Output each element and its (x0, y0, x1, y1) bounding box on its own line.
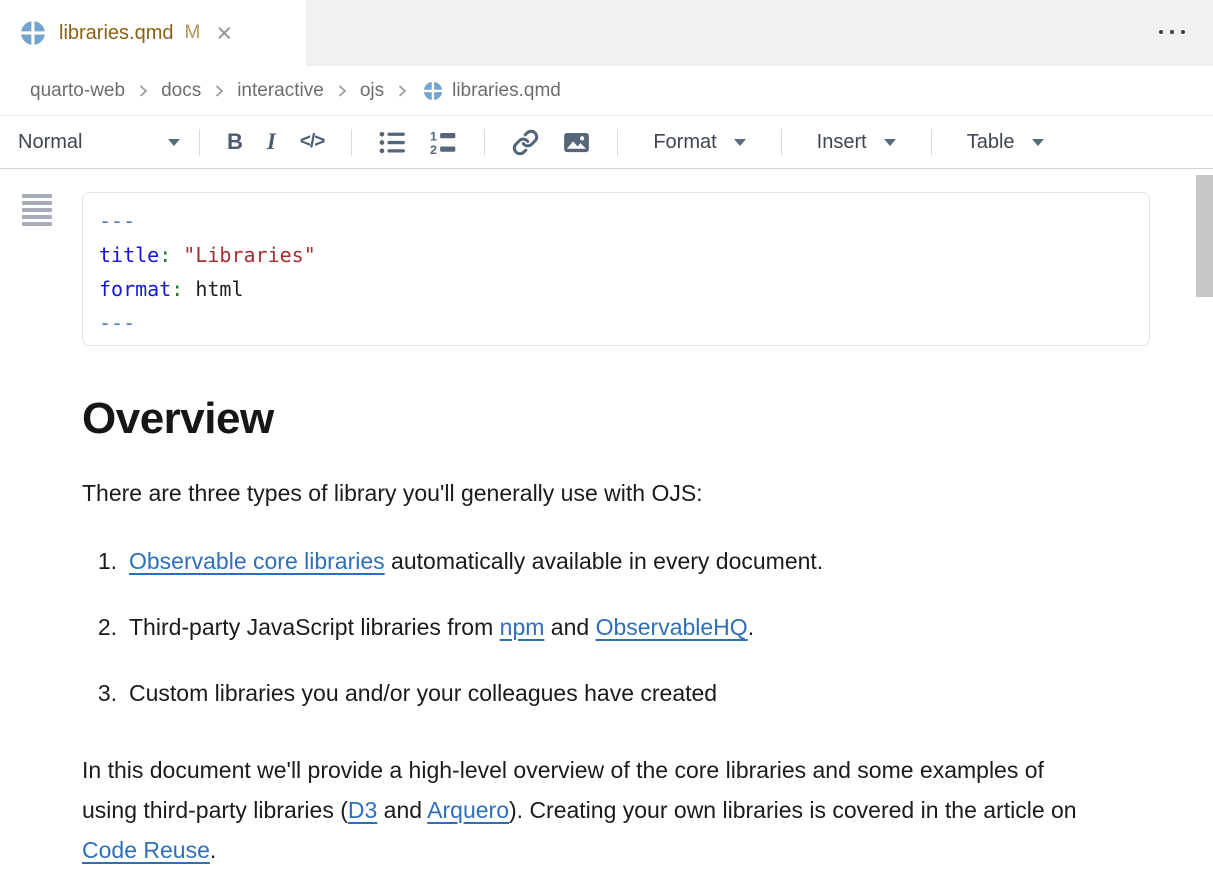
bold-button[interactable]: B (215, 129, 255, 155)
toolbar-separator (199, 129, 200, 156)
close-tab-icon[interactable]: × (216, 23, 232, 43)
format-menu-label: Format (653, 131, 716, 154)
breadcrumb-item-interactive[interactable]: interactive (237, 80, 324, 102)
image-button[interactable] (551, 129, 602, 156)
yaml-entry-format: format:html (99, 272, 1133, 306)
yaml-entry-title: title:"Libraries" (99, 238, 1133, 272)
breadcrumb-item-ojs[interactable]: ojs (360, 80, 384, 102)
link-observable-core-libraries[interactable]: Observable core libraries (129, 548, 385, 574)
visual-editor-surface[interactable]: --- title:"Libraries" format:html --- Ov… (0, 169, 1213, 888)
list-item: 2. Third-party JavaScript libraries from… (82, 612, 1150, 642)
svg-text:2: 2 (430, 142, 437, 155)
link-observablehq[interactable]: ObservableHQ (596, 614, 748, 640)
bulleted-list-button[interactable] (367, 129, 418, 156)
formatting-toolbar: Normal B I </> 1 2 (0, 116, 1213, 169)
svg-text:1: 1 (430, 129, 437, 143)
chevron-down-icon (884, 139, 896, 146)
format-menu[interactable]: Format (633, 131, 765, 154)
editor-tab-bar: libraries.qmd M × (0, 0, 1213, 66)
toolbar-separator (781, 129, 782, 156)
table-menu-label: Table (967, 131, 1015, 154)
quarto-file-icon (20, 20, 46, 46)
insert-menu-label: Insert (817, 131, 867, 154)
paragraph-style-value: Normal (18, 131, 82, 154)
link-code-reuse[interactable]: Code Reuse (82, 837, 210, 863)
drag-handle-icon[interactable] (22, 194, 52, 226)
numbered-list-icon: 1 2 (430, 129, 457, 156)
yaml-delimiter: --- (99, 204, 1133, 238)
git-modified-badge: M (184, 22, 200, 44)
paragraph-style-select[interactable]: Normal (18, 131, 184, 154)
chevron-down-icon (168, 139, 180, 146)
chevron-right-icon (136, 83, 150, 99)
list-item-text: Third-party JavaScript libraries from np… (129, 612, 754, 642)
list-item: 1. Observable core libraries automatical… (82, 546, 1150, 576)
list-item-text: Observable core libraries automatically … (129, 546, 823, 576)
chevron-right-icon (335, 83, 349, 99)
chevron-right-icon (212, 83, 226, 99)
link-arquero[interactable]: Arquero (427, 797, 509, 823)
tab-libraries-qmd[interactable]: libraries.qmd M × (0, 0, 306, 66)
page-title: Overview (82, 394, 1150, 444)
quarto-file-icon (423, 81, 443, 101)
ordered-list: 1. Observable core libraries automatical… (82, 546, 1150, 708)
list-item-number: 2. (82, 612, 117, 642)
toolbar-separator (617, 129, 618, 156)
link-d3[interactable]: D3 (348, 797, 377, 823)
italic-button[interactable]: I (255, 129, 288, 155)
table-menu[interactable]: Table (947, 131, 1064, 154)
link-button[interactable] (500, 129, 551, 156)
link-npm[interactable]: npm (500, 614, 545, 640)
list-item: 3. Custom libraries you and/or your coll… (82, 678, 1150, 708)
breadcrumb-item-libraries-qmd[interactable]: libraries.qmd (452, 80, 561, 102)
image-icon (563, 129, 590, 156)
numbered-list-button[interactable]: 1 2 (418, 129, 469, 156)
breadcrumb-item-docs[interactable]: docs (161, 80, 201, 102)
intro-paragraph: There are three types of library you'll … (82, 478, 1087, 508)
insert-menu[interactable]: Insert (797, 131, 916, 154)
bulleted-list-icon (379, 129, 406, 156)
chevron-right-icon (395, 83, 409, 99)
toolbar-separator (931, 129, 932, 156)
toolbar-separator (484, 129, 485, 156)
vertical-scrollbar-thumb[interactable] (1196, 175, 1213, 297)
code-button[interactable]: </> (288, 131, 336, 153)
tab-filename: libraries.qmd (59, 22, 173, 45)
yaml-front-matter-block[interactable]: --- title:"Libraries" format:html --- (82, 192, 1150, 346)
chevron-down-icon (1032, 139, 1044, 146)
breadcrumb-item-quarto-web[interactable]: quarto-web (30, 80, 125, 102)
list-item-text: Custom libraries you and/or your colleag… (129, 678, 717, 708)
list-item-number: 3. (82, 678, 117, 708)
breadcrumb: quarto-web docs interactive ojs librarie… (0, 66, 1213, 116)
yaml-delimiter: --- (99, 306, 1133, 340)
more-actions-icon[interactable] (1155, 24, 1189, 40)
closing-paragraph: In this document we'll provide a high-le… (82, 750, 1087, 870)
list-item-number: 1. (82, 546, 117, 576)
toolbar-separator (351, 129, 352, 156)
link-icon (512, 129, 539, 156)
chevron-down-icon (734, 139, 746, 146)
